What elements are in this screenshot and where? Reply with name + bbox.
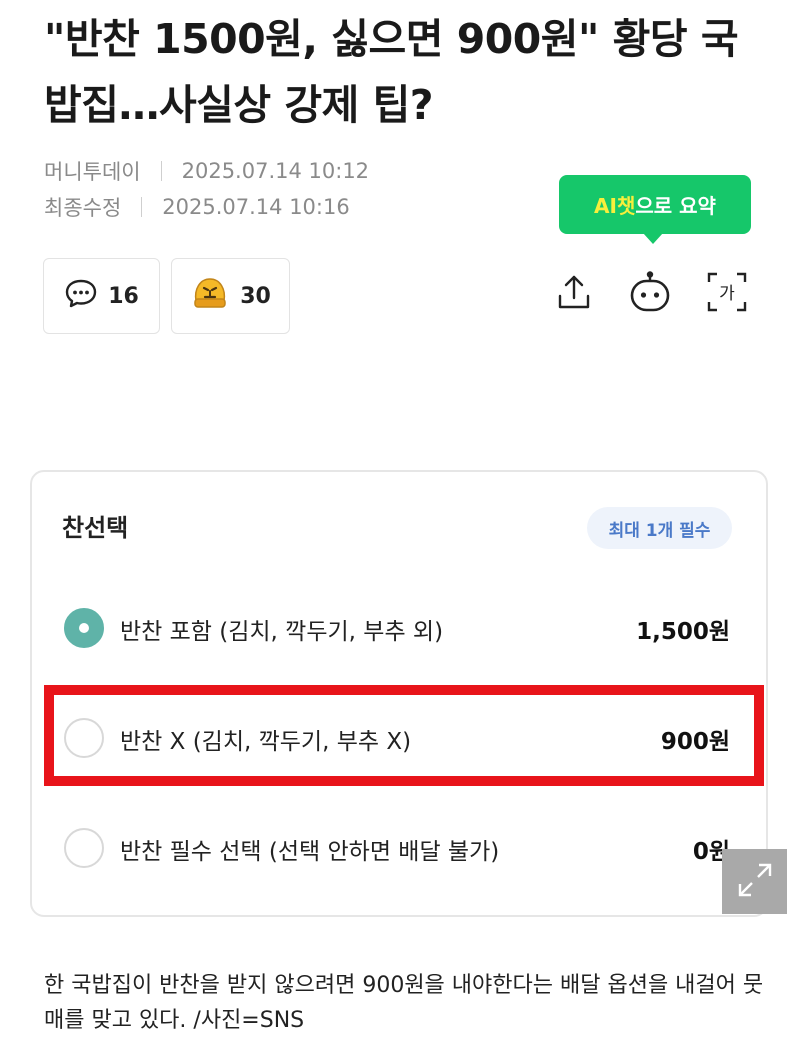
expand-image-button[interactable] — [722, 849, 787, 914]
radio-checked-icon — [64, 608, 104, 648]
comment-icon — [64, 277, 98, 315]
option-row: 반찬 필수 선택 (선택 안하면 배달 불가) 0원 — [30, 808, 768, 888]
expand-icon — [735, 860, 775, 904]
meta-divider — [141, 197, 143, 217]
meta-divider — [160, 161, 162, 181]
image-caption: 한 국밥집이 반찬을 받지 않으려면 900원을 내야한다는 배달 옵션을 내걸… — [44, 973, 764, 1033]
published-time: 2025.07.14 10:12 — [181, 159, 370, 183]
option-label: 반찬 필수 선택 (선택 안하면 배달 불가) — [120, 839, 500, 865]
article-meta-modified: 최종수정 2025.07.14 10:16 — [44, 192, 350, 222]
reaction-button[interactable]: 30 — [171, 258, 290, 334]
option-label: 반찬 포함 (김치, 깍두기, 부추 외) — [120, 619, 444, 645]
article-meta-published: 머니투데이 2025.07.14 10:12 — [44, 156, 369, 186]
required-badge: 최대 1개 필수 — [587, 507, 732, 549]
red-highlight-box — [44, 685, 764, 786]
ai-summary-prefix: AI챗 — [594, 194, 636, 218]
source-name[interactable]: 머니투데이 — [44, 156, 141, 186]
font-size-icon[interactable]: 가 — [705, 270, 749, 314]
ai-summary-button[interactable]: AI챗 으로 요약 — [559, 175, 751, 244]
article-title: "반찬 1500원, 싫으면 900원" 황당 국밥집…사실상 강제 팁? — [44, 15, 739, 129]
ai-summary-suffix: 으로 요약 — [635, 194, 716, 218]
angry-face-icon — [190, 275, 230, 317]
modified-time: 2025.07.14 10:16 — [162, 195, 350, 219]
option-price: 1,500원 — [636, 619, 730, 645]
share-icon[interactable] — [552, 270, 596, 314]
comments-count: 16 — [108, 283, 139, 309]
option-row: 반찬 포함 (김치, 깍두기, 부추 외) 1,500원 — [30, 588, 768, 668]
font-size-label: 가 — [719, 284, 735, 304]
reaction-count: 30 — [240, 283, 271, 309]
option-section-title: 찬선택 — [62, 514, 129, 542]
radio-unchecked-icon — [64, 828, 104, 868]
ai-bot-icon[interactable] — [628, 270, 672, 314]
modified-label: 최종수정 — [44, 196, 122, 220]
comments-button[interactable]: 16 — [43, 258, 160, 334]
